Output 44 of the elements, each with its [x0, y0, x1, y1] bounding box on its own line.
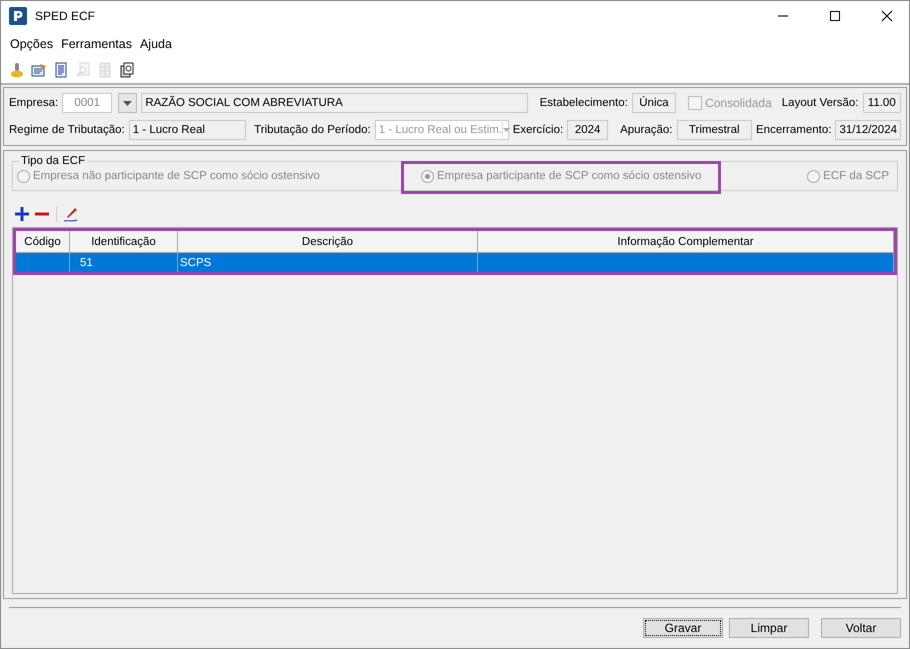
group-title: Tipo da ECF [19, 154, 88, 168]
establishment-field: Única [632, 93, 676, 113]
window-title: SPED ECF [35, 9, 96, 23]
document-icon[interactable] [53, 62, 69, 78]
field-label: Encerramento: [756, 124, 832, 136]
action-button[interactable]: Limpar [729, 618, 809, 638]
table-cell: SCPS [180, 256, 212, 268]
menu-item[interactable]: Opções [6, 37, 58, 51]
column-header[interactable]: Descrição [178, 231, 478, 252]
table-row[interactable]: 51 SCPS [16, 253, 894, 272]
copy-icon[interactable] [119, 62, 135, 78]
field-label: Regime de Tributação: [9, 124, 125, 136]
company-name-field: RAZÃO SOCIAL COM ABREVIATURA [141, 93, 528, 113]
action-button[interactable]: Voltar [821, 618, 901, 638]
fiscal-year-field: 2024 [567, 120, 608, 140]
column-header[interactable]: Informação Complementar [478, 231, 894, 252]
pencil-icon[interactable] [63, 206, 79, 222]
radio-label: Empresa participante de SCP como sócio ostensivo [437, 170, 702, 182]
table-cell: 51 [80, 256, 93, 268]
radio-label: Empresa não participante de SCP como sócio ostensivo [33, 170, 320, 182]
field-label: Exercício: [512, 124, 564, 136]
field-label: Layout Versão: [782, 97, 859, 109]
app-logo-icon [9, 7, 27, 25]
radio-label: ECF da SCP [823, 170, 889, 182]
layout-version-field: 11.00 [862, 93, 902, 113]
dropdown-button[interactable] [118, 93, 138, 113]
caret-icon [123, 100, 132, 106]
column-header[interactable]: Identificação [70, 231, 178, 252]
assessment-field: Trimestral [676, 120, 752, 140]
menu-item[interactable]: Ajuda [136, 37, 176, 51]
plug-icon[interactable] [9, 62, 25, 78]
action-button[interactable]: Gravar [643, 618, 723, 638]
closing-date-field: 31/12/2024 [835, 120, 901, 140]
checkbox-label: Consolidada [705, 96, 772, 110]
company-code-field[interactable]: 0001 [62, 93, 112, 113]
field-label: Estabelecimento: [540, 97, 628, 109]
field-label: Tributação do Período: [254, 124, 371, 136]
add-icon[interactable] [14, 206, 30, 222]
field-label: Apuração: [620, 124, 672, 136]
field-label: Empresa: [9, 97, 58, 109]
menu-item[interactable]: Ferramentas [57, 37, 136, 51]
properties-icon[interactable] [31, 62, 47, 78]
column-header[interactable]: Código [16, 231, 70, 252]
tax-regime-field: 1 - Lucro Real [128, 120, 246, 140]
